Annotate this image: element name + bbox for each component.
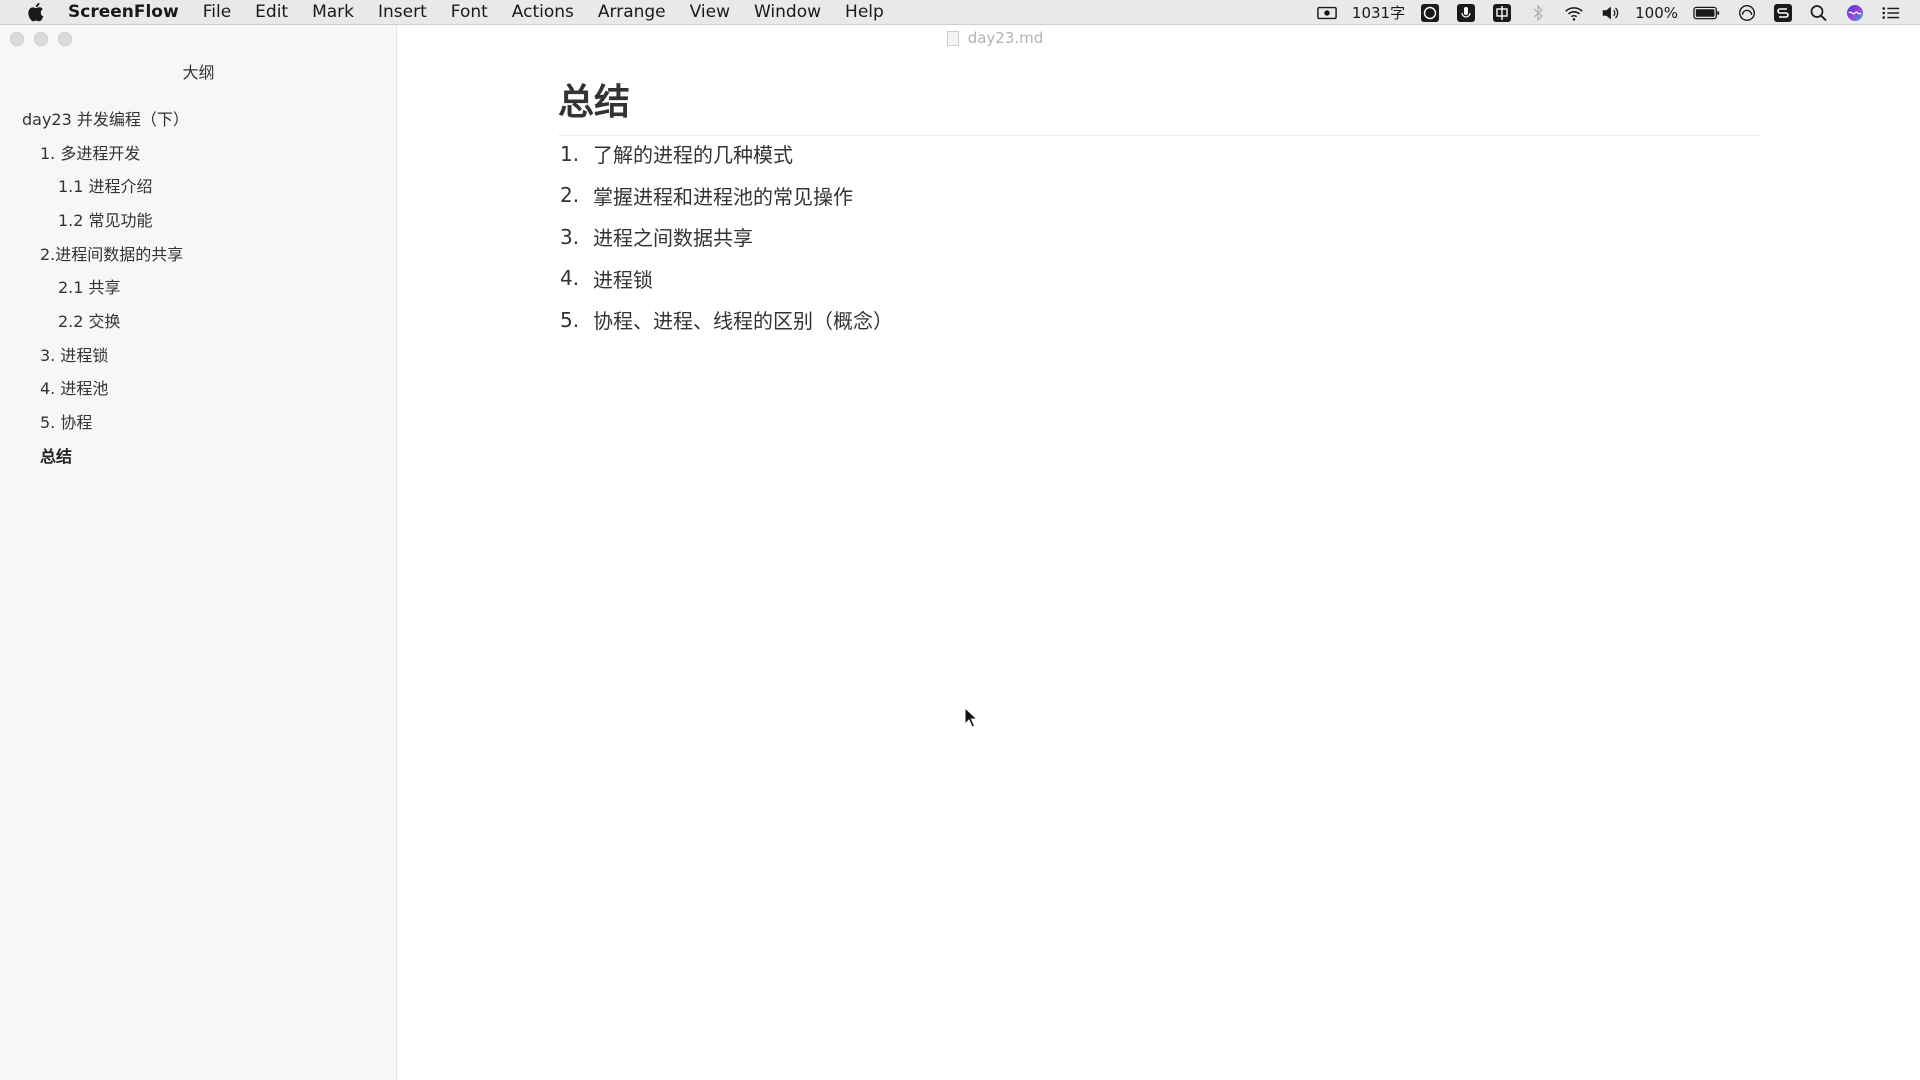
outline-item[interactable]: 2.2 交换 (0, 303, 397, 337)
list-item[interactable]: 2. 掌握进程和进程池的常见操作 (560, 175, 893, 217)
list-text[interactable]: 进程锁 (593, 264, 653, 293)
outline-item[interactable]: 3. 进程锁 (0, 337, 397, 371)
bluetooth-icon[interactable] (1527, 3, 1549, 22)
list-number: 5. (560, 307, 580, 332)
menu-bar: ScreenFlow File Edit Mark Insert Font Ac… (0, 0, 1920, 25)
menu-help[interactable]: Help (845, 2, 884, 22)
creative-cloud-icon[interactable] (1736, 4, 1758, 22)
outline-item[interactable]: 2.1 共享 (0, 269, 397, 303)
ordered-list: 1. 了解的进程的几种模式 2. 掌握进程和进程池的常见操作 3. 进程之间数据共享 … (560, 133, 893, 341)
menu-insert[interactable]: Insert (378, 2, 427, 22)
mouse-pointer-icon (964, 707, 978, 728)
list-item[interactable]: 1. 了解的进程的几种模式 (560, 133, 893, 175)
menu-arrange[interactable]: Arrange (598, 2, 666, 22)
outline-item[interactable]: 2.进程间数据的共享 (0, 236, 397, 270)
heading[interactable]: 总结 (558, 73, 1760, 136)
sync-icon[interactable] (1772, 3, 1794, 22)
outline-item[interactable]: 1.1 进程介绍 (0, 168, 397, 202)
list-text[interactable]: 了解的进程的几种模式 (593, 139, 793, 168)
outline-sidebar: 大纲 day23 并发编程（下） 1. 多进程开发 1.1 进程介绍 1.2 常… (0, 25, 397, 1080)
notification-center-icon[interactable] (1880, 4, 1902, 22)
apple-icon[interactable] (20, 0, 50, 25)
outline-item-active[interactable]: 总结 (0, 438, 397, 472)
list-item[interactable]: 4. 进程锁 (560, 258, 893, 300)
menu-app-name[interactable]: ScreenFlow (68, 2, 179, 22)
menu-mark[interactable]: Mark (312, 2, 354, 22)
outline-item[interactable]: 1.2 常见功能 (0, 202, 397, 236)
status-area: 1031字 100% (1316, 0, 1902, 25)
menu-font[interactable]: Font (451, 2, 488, 22)
word-count[interactable]: 1031字 (1352, 2, 1405, 23)
menu-actions[interactable]: Actions (512, 2, 574, 22)
editor-window: 大纲 day23 并发编程（下） 1. 多进程开发 1.1 进程介绍 1.2 常… (0, 25, 1920, 1080)
emoji-icon[interactable] (1419, 3, 1441, 22)
spotlight-search-icon[interactable] (1808, 4, 1830, 22)
list-text[interactable]: 协程、进程、线程的区别（概念） (593, 305, 893, 334)
menu-window[interactable]: Window (754, 2, 821, 22)
list-item[interactable]: 3. 进程之间数据共享 (560, 216, 893, 258)
wifi-icon[interactable] (1563, 4, 1585, 22)
screen-record-icon[interactable] (1316, 4, 1338, 22)
list-text[interactable]: 进程之间数据共享 (593, 222, 753, 251)
outline-list: day23 并发编程（下） 1. 多进程开发 1.1 进程介绍 1.2 常见功能… (0, 101, 397, 472)
volume-icon[interactable] (1599, 4, 1621, 22)
menu-edit[interactable]: Edit (255, 2, 288, 22)
outline-item[interactable]: 5. 协程 (0, 404, 397, 438)
battery-percent[interactable]: 100% (1635, 4, 1678, 22)
menu-view[interactable]: View (690, 2, 730, 22)
menu-file[interactable]: File (203, 2, 231, 22)
list-number: 1. (560, 141, 580, 166)
list-number: 4. (560, 266, 580, 291)
microphone-icon[interactable] (1455, 3, 1477, 22)
list-number: 3. (560, 224, 580, 249)
input-method-icon[interactable] (1491, 3, 1513, 22)
list-text[interactable]: 掌握进程和进程池的常见操作 (593, 181, 853, 210)
outline-item[interactable]: 4. 进程池 (0, 371, 397, 405)
outline-item[interactable]: day23 并发编程（下） (0, 101, 397, 135)
battery-icon[interactable] (1692, 4, 1722, 22)
list-number: 2. (560, 183, 580, 208)
siri-icon[interactable] (1844, 4, 1866, 22)
outline-item[interactable]: 1. 多进程开发 (0, 135, 397, 169)
markdown-editor[interactable]: 总结 1. 了解的进程的几种模式 2. 掌握进程和进程池的常见操作 3. 进程之间数据… (398, 25, 1920, 1080)
outline-title: 大纲 (182, 63, 215, 82)
list-item[interactable]: 5. 协程、进程、线程的区别（概念） (560, 299, 893, 341)
